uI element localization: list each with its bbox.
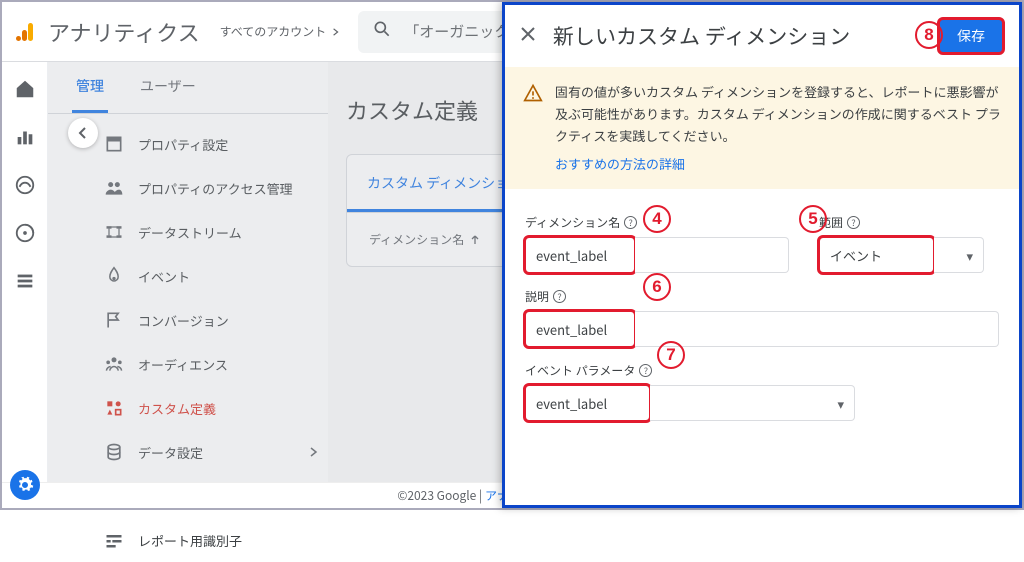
explore-icon[interactable]	[14, 174, 36, 196]
annotation-5: 5	[799, 205, 827, 233]
reports-icon[interactable]	[14, 126, 36, 148]
annotation-8: 8	[915, 21, 943, 49]
nav-report-id[interactable]: レポート用識別子	[96, 518, 328, 562]
label-description: 説明	[525, 288, 549, 305]
side-panel: 新しいカスタム ディメンション 保存 固有の値が多いカスタム ディメンションを登…	[502, 2, 1022, 508]
nav-conversion[interactable]: コンバージョン	[96, 298, 328, 342]
annotation-6: 6	[643, 273, 671, 301]
nav-custom-definitions[interactable]: カスタム定義	[96, 386, 328, 430]
annotation-4: 4	[643, 205, 671, 233]
help-icon[interactable]: ?	[847, 216, 860, 229]
form: ディメンション名? event_label 範囲? イベント ▾ 説明? eve…	[505, 189, 1019, 431]
nav-audience[interactable]: オーディエンス	[96, 342, 328, 386]
help-icon[interactable]: ?	[624, 216, 637, 229]
tab-admin[interactable]: 管理	[72, 62, 108, 113]
app-title: アナリティクス	[48, 16, 200, 48]
account-picker[interactable]: すべてのアカウント	[220, 23, 341, 40]
nav-property-settings[interactable]: プロパティ設定	[96, 122, 328, 166]
nav-events[interactable]: イベント	[96, 254, 328, 298]
nav-access[interactable]: プロパティのアクセス管理	[96, 166, 328, 210]
label-event-param: イベント パラメータ	[525, 362, 635, 379]
help-icon[interactable]: ?	[639, 364, 652, 377]
sort-up-icon[interactable]	[470, 235, 480, 245]
library-icon[interactable]	[14, 270, 36, 292]
chevron-right-icon	[308, 446, 320, 458]
chevron-right-icon	[332, 28, 340, 36]
panel-title: 新しいカスタム ディメンション	[553, 21, 923, 51]
nav-datastream[interactable]: データストリーム	[96, 210, 328, 254]
arrow-left-icon	[75, 125, 91, 141]
warning-banner: 固有の値が多いカスタム ディメンションを登録すると、レポートに悪影響が及ぶ可能性…	[505, 67, 1019, 189]
description-input[interactable]: event_label	[525, 311, 635, 347]
save-button[interactable]: 保存	[939, 19, 1003, 53]
gear-icon	[16, 476, 34, 494]
warning-icon	[523, 83, 543, 175]
left-rail	[2, 62, 48, 482]
chevron-down-icon: ▾	[837, 394, 844, 413]
search-icon	[372, 19, 392, 44]
close-button[interactable]	[519, 24, 537, 48]
best-practice-link[interactable]: おすすめの方法の詳細	[555, 153, 685, 175]
event-param-select[interactable]: event_label	[525, 385, 650, 421]
sidebar-tabs: 管理 ユーザー	[48, 62, 328, 114]
label-dimension-name: ディメンション名	[525, 214, 620, 231]
tab-users[interactable]: ユーザー	[136, 62, 200, 113]
nav-data-settings[interactable]: データ設定	[96, 430, 328, 474]
annotation-7: 7	[657, 341, 685, 369]
back-button[interactable]	[68, 118, 98, 148]
help-icon[interactable]: ?	[553, 290, 566, 303]
close-icon	[519, 25, 537, 43]
scope-select[interactable]: イベント	[819, 237, 934, 273]
chevron-down-icon: ▾	[966, 246, 973, 265]
home-icon[interactable]	[14, 78, 36, 100]
admin-gear-button[interactable]	[10, 470, 40, 500]
ads-icon[interactable]	[14, 222, 36, 244]
dimension-name-input[interactable]: event_label	[525, 237, 635, 273]
analytics-logo-icon	[14, 20, 38, 44]
